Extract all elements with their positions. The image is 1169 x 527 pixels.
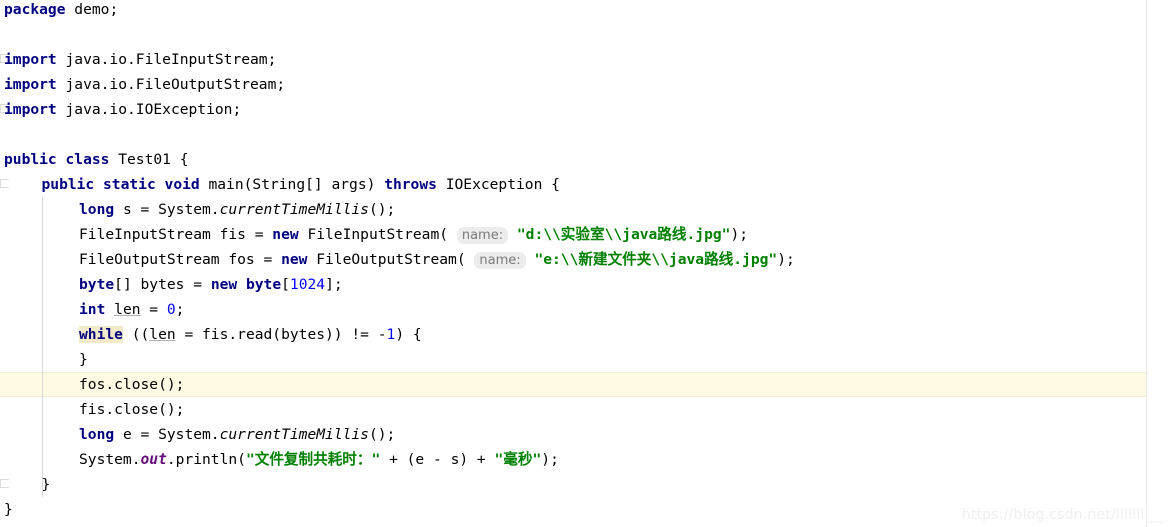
code-line[interactable]: }	[0, 347, 1169, 372]
code-token: + (e - s) +	[380, 451, 495, 468]
static-member-token: out	[140, 451, 167, 468]
code-line[interactable]: while ((len = fis.read(bytes)) != -1) {	[0, 322, 1169, 347]
code-token: Test01 {	[109, 151, 189, 168]
code-token: demo;	[65, 1, 119, 18]
keyword-token: new	[272, 226, 299, 243]
code-token: );	[777, 251, 795, 268]
keyword-token: while	[79, 326, 123, 343]
number-literal-token: 1024	[289, 276, 326, 293]
code-token: );	[730, 226, 749, 243]
code-token: [] bytes =	[114, 276, 211, 293]
code-line[interactable]: import java.io.FileOutputStream;	[0, 72, 1169, 97]
code-line[interactable]: System.out.println("文件复制共耗时：" + (e - s) …	[0, 447, 1169, 472]
code-token: fis.close();	[79, 401, 185, 418]
code-token: =	[140, 301, 167, 318]
code-editor[interactable]: package demo; import java.io.FileInputStr…	[0, 0, 1169, 527]
number-literal-token: 0	[166, 301, 176, 318]
code-line[interactable]: FileOutputStream fos = new FileOutputStr…	[0, 247, 1169, 272]
code-line[interactable]: }	[0, 472, 1169, 497]
keyword-token: package	[4, 1, 66, 18]
code-line[interactable]: package demo;	[0, 0, 1169, 22]
code-token: }	[41, 476, 51, 493]
code-token: fos.close();	[79, 376, 185, 393]
keyword-token: public	[41, 176, 95, 193]
csdn-watermark: https://blog.csdn.net/llllllll__	[961, 507, 1163, 523]
code-line[interactable]: public static void main(String[] args) t…	[0, 172, 1169, 197]
code-token: ];	[325, 276, 343, 293]
keyword-token: throws	[384, 176, 437, 193]
code-token: ();	[368, 201, 396, 218]
code-line[interactable]: import java.io.IOException;	[0, 97, 1169, 122]
code-line[interactable]: FileInputStream fis = new FileInputStrea…	[0, 222, 1169, 247]
code-token: java.io.FileOutputStream;	[56, 76, 286, 93]
code-line[interactable]: fos.close();	[0, 372, 1169, 397]
keyword-token: void	[164, 176, 200, 193]
code-line[interactable]: public class Test01 {	[0, 147, 1169, 172]
static-member-token: currentTimeMillis	[219, 426, 369, 443]
keyword-token: int	[79, 301, 106, 318]
variable-token: len	[149, 326, 176, 343]
code-token: e = System.	[114, 426, 220, 443]
code-token: = fis.read(bytes)) !=	[175, 326, 378, 343]
keyword-token: new	[210, 276, 238, 293]
code-line[interactable]: long s = System.currentTimeMillis();	[0, 197, 1169, 222]
code-token: FileInputStream fis =	[79, 226, 273, 243]
code-token: FileOutputStream fos =	[79, 251, 282, 268]
keyword-token: long	[79, 201, 115, 218]
code-line[interactable]: fis.close();	[0, 397, 1169, 422]
code-line[interactable]: byte[] bytes = new byte[1024];	[0, 272, 1169, 297]
code-token: -	[377, 326, 387, 343]
string-literal-token: "d:\\实验室\\java路线.jpg"	[516, 226, 731, 243]
code-line[interactable]: import java.io.FileInputStream;	[0, 47, 1169, 72]
string-literal-token: "毫秒"	[494, 451, 542, 468]
code-token: java.io.FileInputStream;	[56, 51, 277, 68]
code-token: java.io.IOException;	[56, 101, 242, 118]
code-token: }	[79, 351, 88, 368]
inlay-parameter-hint: name:	[474, 252, 526, 269]
static-member-token: currentTimeMillis	[219, 201, 369, 218]
variable-token: len	[114, 301, 141, 318]
right-margin-rule	[1146, 0, 1147, 527]
keyword-token: byte	[79, 276, 115, 293]
code-line[interactable]: long e = System.currentTimeMillis();	[0, 422, 1169, 447]
code-token: ((	[122, 326, 150, 343]
keyword-token: byte	[245, 276, 282, 293]
keyword-token: class	[65, 151, 110, 168]
keyword-token: static	[103, 176, 156, 193]
code-token: main(String[] args)	[199, 176, 385, 193]
keyword-token: long	[79, 426, 115, 443]
code-token: IOException {	[436, 176, 560, 193]
code-token: FileOutputStream(	[307, 251, 466, 268]
keyword-token: public	[4, 151, 57, 168]
code-token: s = System.	[114, 201, 220, 218]
keyword-token: new	[281, 251, 308, 268]
inlay-parameter-hint: name:	[456, 227, 509, 244]
code-token: }	[4, 501, 13, 518]
keyword-token: import	[4, 51, 57, 68]
code-token: ) {	[395, 326, 422, 343]
code-token: );	[541, 451, 559, 468]
code-token: ;	[175, 301, 185, 318]
string-literal-token: "e:\\新建文件夹\\java路线.jpg"	[534, 251, 778, 268]
code-line[interactable]: int len = 0;	[0, 297, 1169, 322]
keyword-token: import	[4, 76, 57, 93]
string-literal-token: "文件复制共耗时："	[245, 451, 381, 468]
code-token: ();	[368, 426, 396, 443]
keyword-token: import	[4, 101, 57, 118]
code-token: [	[281, 276, 290, 293]
code-token: FileInputStream(	[298, 226, 449, 243]
code-token: System.	[79, 451, 141, 468]
code-token: .println(	[166, 451, 246, 468]
